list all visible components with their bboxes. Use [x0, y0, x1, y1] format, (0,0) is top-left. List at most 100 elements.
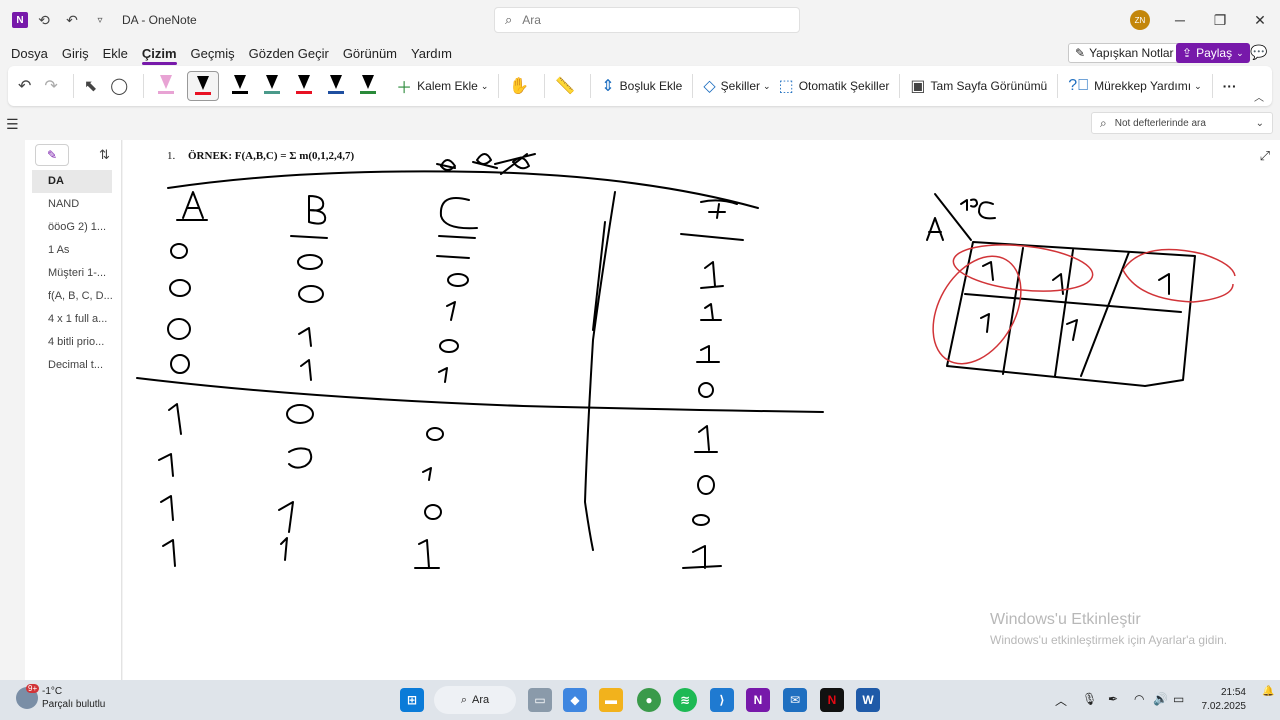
- note-canvas[interactable]: ⤢ 1. ÖRNEK: F(A,B,C) = Σ m(0,1,2,4,7) Wi…: [123, 140, 1280, 680]
- volume-icon[interactable]: 🔊: [1153, 692, 1168, 706]
- page-item[interactable]: 4 x 1 full a...: [25, 308, 121, 331]
- teal-pen[interactable]: [261, 71, 283, 101]
- comments-icon[interactable]: 💬: [1250, 44, 1267, 61]
- show-hidden-icons-icon[interactable]: ︿: [1055, 692, 1067, 709]
- full-page-view-button[interactable]: ▣ Tam Sayfa Görünümü: [906, 71, 1051, 101]
- middle-divider-line: [136, 377, 824, 413]
- page-item-selected[interactable]: DA: [32, 170, 112, 193]
- vertical-divider-line: [584, 191, 616, 551]
- add-pen-button[interactable]: ＋ Kalem Ekle ⌄: [392, 71, 492, 101]
- ribbon-divider: [899, 74, 901, 98]
- copilot-icon[interactable]: ◆: [563, 688, 587, 712]
- ruler-button[interactable]: 📏: [551, 71, 584, 101]
- navigation-menu-icon[interactable]: ☰: [6, 116, 19, 133]
- pen-tip-icon: [160, 75, 173, 89]
- c-row-2: [439, 339, 459, 353]
- battery-icon[interactable]: ▭: [1173, 692, 1184, 706]
- windows-start-icon[interactable]: ⊞: [400, 688, 424, 712]
- share-label: Paylaş: [1196, 46, 1233, 60]
- ribbon-redo-button[interactable]: ↷: [40, 71, 66, 101]
- word-icon[interactable]: W: [856, 688, 880, 712]
- notebooks-search-input[interactable]: ⌕ Not defterlerinde ara ⌄: [1091, 112, 1273, 134]
- black-pen[interactable]: [229, 71, 251, 101]
- shapes-button[interactable]: ◇ Şekiller ⌄: [699, 71, 774, 101]
- wifi-icon[interactable]: ◠: [1134, 692, 1144, 706]
- task-view-icon[interactable]: ▭: [528, 688, 552, 712]
- menu-yardim[interactable]: Yardım: [411, 46, 452, 61]
- pen-color-bar: [360, 91, 377, 94]
- auto-shapes-button[interactable]: ⬚ Otomatik Şekiller: [775, 71, 894, 101]
- ribbon-divider: [72, 74, 74, 98]
- menu-ekle[interactable]: Ekle: [103, 46, 128, 61]
- page-item[interactable]: 4 bitli prio...: [25, 331, 121, 354]
- page-item[interactable]: Müşteri 1-...: [25, 262, 121, 285]
- pen-color-bar: [232, 91, 249, 94]
- vscode-icon[interactable]: ⟩: [710, 688, 734, 712]
- add-space-button[interactable]: ⇕ Boşluk Ekle: [597, 71, 686, 101]
- add-pen-label: Kalem Ekle: [417, 79, 478, 93]
- sticky-notes-button[interactable]: ✎ Yapışkan Notlar: [1068, 43, 1181, 63]
- sort-icon[interactable]: ⇅: [99, 147, 110, 163]
- menu-gozden-gecir[interactable]: Gözden Geçir: [249, 46, 329, 61]
- c-row-0: [447, 273, 469, 287]
- menu-cizim[interactable]: Çizim: [141, 46, 177, 65]
- a-row-0: [170, 243, 188, 259]
- red-pen[interactable]: [293, 71, 315, 101]
- maximize-icon[interactable]: ❐: [1208, 8, 1232, 32]
- redo-icon: ↷: [44, 78, 58, 95]
- add-page-icon[interactable]: ✎: [35, 144, 69, 166]
- sticky-note-icon: ✎: [1075, 46, 1086, 60]
- file-explorer-icon[interactable]: ▬: [599, 688, 623, 712]
- customize-quick-access-icon[interactable]: ▿: [88, 8, 112, 32]
- netflix-icon[interactable]: N: [820, 688, 844, 712]
- ink-help-button[interactable]: ?⃝ Mürekkep Yardımı ⌄: [1064, 71, 1205, 101]
- more-options-button[interactable]: ···: [1219, 71, 1241, 101]
- pen-color-bar: [158, 91, 175, 94]
- green-pen[interactable]: [357, 71, 379, 101]
- onenote-taskbar-icon[interactable]: N: [746, 688, 770, 712]
- share-icon: ⇪: [1182, 46, 1193, 60]
- undo-icon[interactable]: ↶: [60, 8, 84, 32]
- plus-icon: ＋: [396, 80, 413, 97]
- minimize-icon[interactable]: ─: [1168, 8, 1192, 32]
- page-item[interactable]: 1 As: [25, 239, 121, 262]
- ribbon-undo-button[interactable]: ↶: [14, 71, 40, 101]
- f-row-7: [682, 545, 722, 569]
- blue-pen[interactable]: [325, 71, 347, 101]
- system-clock[interactable]: 21:54 7.02.2025: [1200, 686, 1247, 714]
- chrome-icon[interactable]: ●: [637, 688, 661, 712]
- b-row-2: [298, 327, 312, 347]
- collapse-ribbon-icon[interactable]: ︿: [1254, 89, 1264, 104]
- page-item[interactable]: f(A, B, C, D...: [25, 285, 121, 308]
- red-pen-selected[interactable]: [187, 71, 220, 101]
- clock-time: 21:54: [1220, 687, 1246, 698]
- title-search-input[interactable]: ⌕ Ara: [494, 7, 800, 33]
- menu-gecmis[interactable]: Geçmiş: [191, 46, 235, 61]
- highlighter-pen[interactable]: [155, 71, 177, 101]
- cloud-icon: 9+: [16, 684, 40, 709]
- pan-tool-button[interactable]: ✋: [505, 71, 538, 101]
- notification-icon[interactable]: 🔔: [1262, 686, 1274, 697]
- header-b-ink: [290, 195, 328, 239]
- chevron-down-icon: ⌄: [763, 80, 771, 91]
- close-icon[interactable]: ✕: [1248, 8, 1272, 32]
- menu-gorunum[interactable]: Görünüm: [343, 46, 397, 61]
- lasso-tool-button[interactable]: ◯: [106, 71, 137, 101]
- mail-icon[interactable]: ✉: [783, 688, 807, 712]
- kmap-cell-m4: [980, 313, 990, 333]
- taskbar-search-button[interactable]: ⌕ Ara: [434, 686, 516, 714]
- avatar[interactable]: ZN: [1130, 10, 1150, 30]
- weather-widget[interactable]: 9+ -1°C Parçalı bulutlu: [16, 684, 105, 711]
- menu-giris[interactable]: Giriş: [62, 46, 89, 61]
- page-item[interactable]: NAND: [25, 193, 121, 216]
- microphone-icon[interactable]: 🎙: [1082, 692, 1097, 706]
- share-button[interactable]: ⇪ Paylaş ⌄: [1176, 43, 1250, 63]
- pen-menu-icon[interactable]: ✒: [1108, 692, 1118, 706]
- back-icon[interactable]: ⟲: [32, 8, 56, 32]
- spotify-icon[interactable]: ≋: [673, 688, 697, 712]
- select-tool-button[interactable]: ⬉: [80, 71, 106, 101]
- page-item[interactable]: Decimal t...: [25, 354, 121, 377]
- page-item[interactable]: ööoG 2) 1...: [25, 216, 121, 239]
- chevron-down-icon[interactable]: ⌄: [1256, 118, 1264, 129]
- menu-dosya[interactable]: Dosya: [11, 46, 48, 61]
